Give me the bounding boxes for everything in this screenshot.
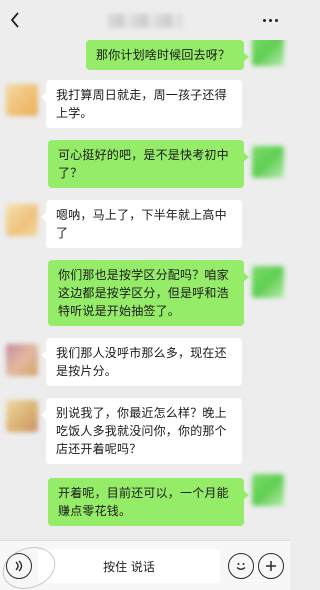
contact-avatar[interactable]: [6, 84, 38, 116]
message-bubble-sent[interactable]: 你们那也是按学区分配吗？咱家这边都是按学区分，但是呼和浩特听说是开始抽签了。: [48, 260, 249, 326]
contact-avatar[interactable]: [6, 344, 38, 376]
my-avatar[interactable]: [252, 266, 284, 298]
message-bubble-received[interactable]: 嗯呐，马上了，下半年就上高中了: [41, 200, 242, 248]
message-bubble-received[interactable]: 我打算周日就走，周一孩子还得上学。: [41, 80, 242, 128]
back-arrow-icon[interactable]: [6, 10, 24, 30]
message-bubble-received[interactable]: 别说我了，你最近怎么样？晚上吃饭人多我就没问你，你的那个店还开着呢吗？: [41, 398, 242, 464]
hold-to-talk-button[interactable]: 按住 说话: [38, 549, 220, 583]
more-dots-icon[interactable]: [260, 12, 280, 28]
message-bubble-sent[interactable]: 那你计划啥时候回去呀？: [86, 40, 249, 70]
voice-icon[interactable]: [6, 553, 32, 579]
message-bubble-sent[interactable]: 开着呢，目前还可以，一个月能赚点零花钱。: [48, 478, 249, 526]
plus-icon[interactable]: [258, 553, 284, 579]
my-avatar[interactable]: [252, 146, 284, 178]
emoji-icon[interactable]: [228, 553, 254, 579]
input-bar: 按住 说话: [0, 540, 290, 590]
contact-avatar[interactable]: [6, 204, 38, 236]
contact-avatar[interactable]: [6, 400, 38, 432]
chat-message-list[interactable]: 那你计划啥时候回去呀？ 我打算周日就走，周一孩子还得上学。 可心挺好的吧，是不是…: [0, 40, 290, 540]
message-bubble-received[interactable]: 我们那人没呼市那么多，现在还是按片分。: [41, 338, 242, 386]
title-bar: [0, 0, 290, 40]
my-avatar[interactable]: [252, 40, 284, 66]
message-bubble-sent[interactable]: 可心挺好的吧，是不是快考初中了？: [48, 140, 249, 188]
my-avatar[interactable]: [252, 474, 284, 506]
chat-title-blurred: [108, 14, 182, 28]
